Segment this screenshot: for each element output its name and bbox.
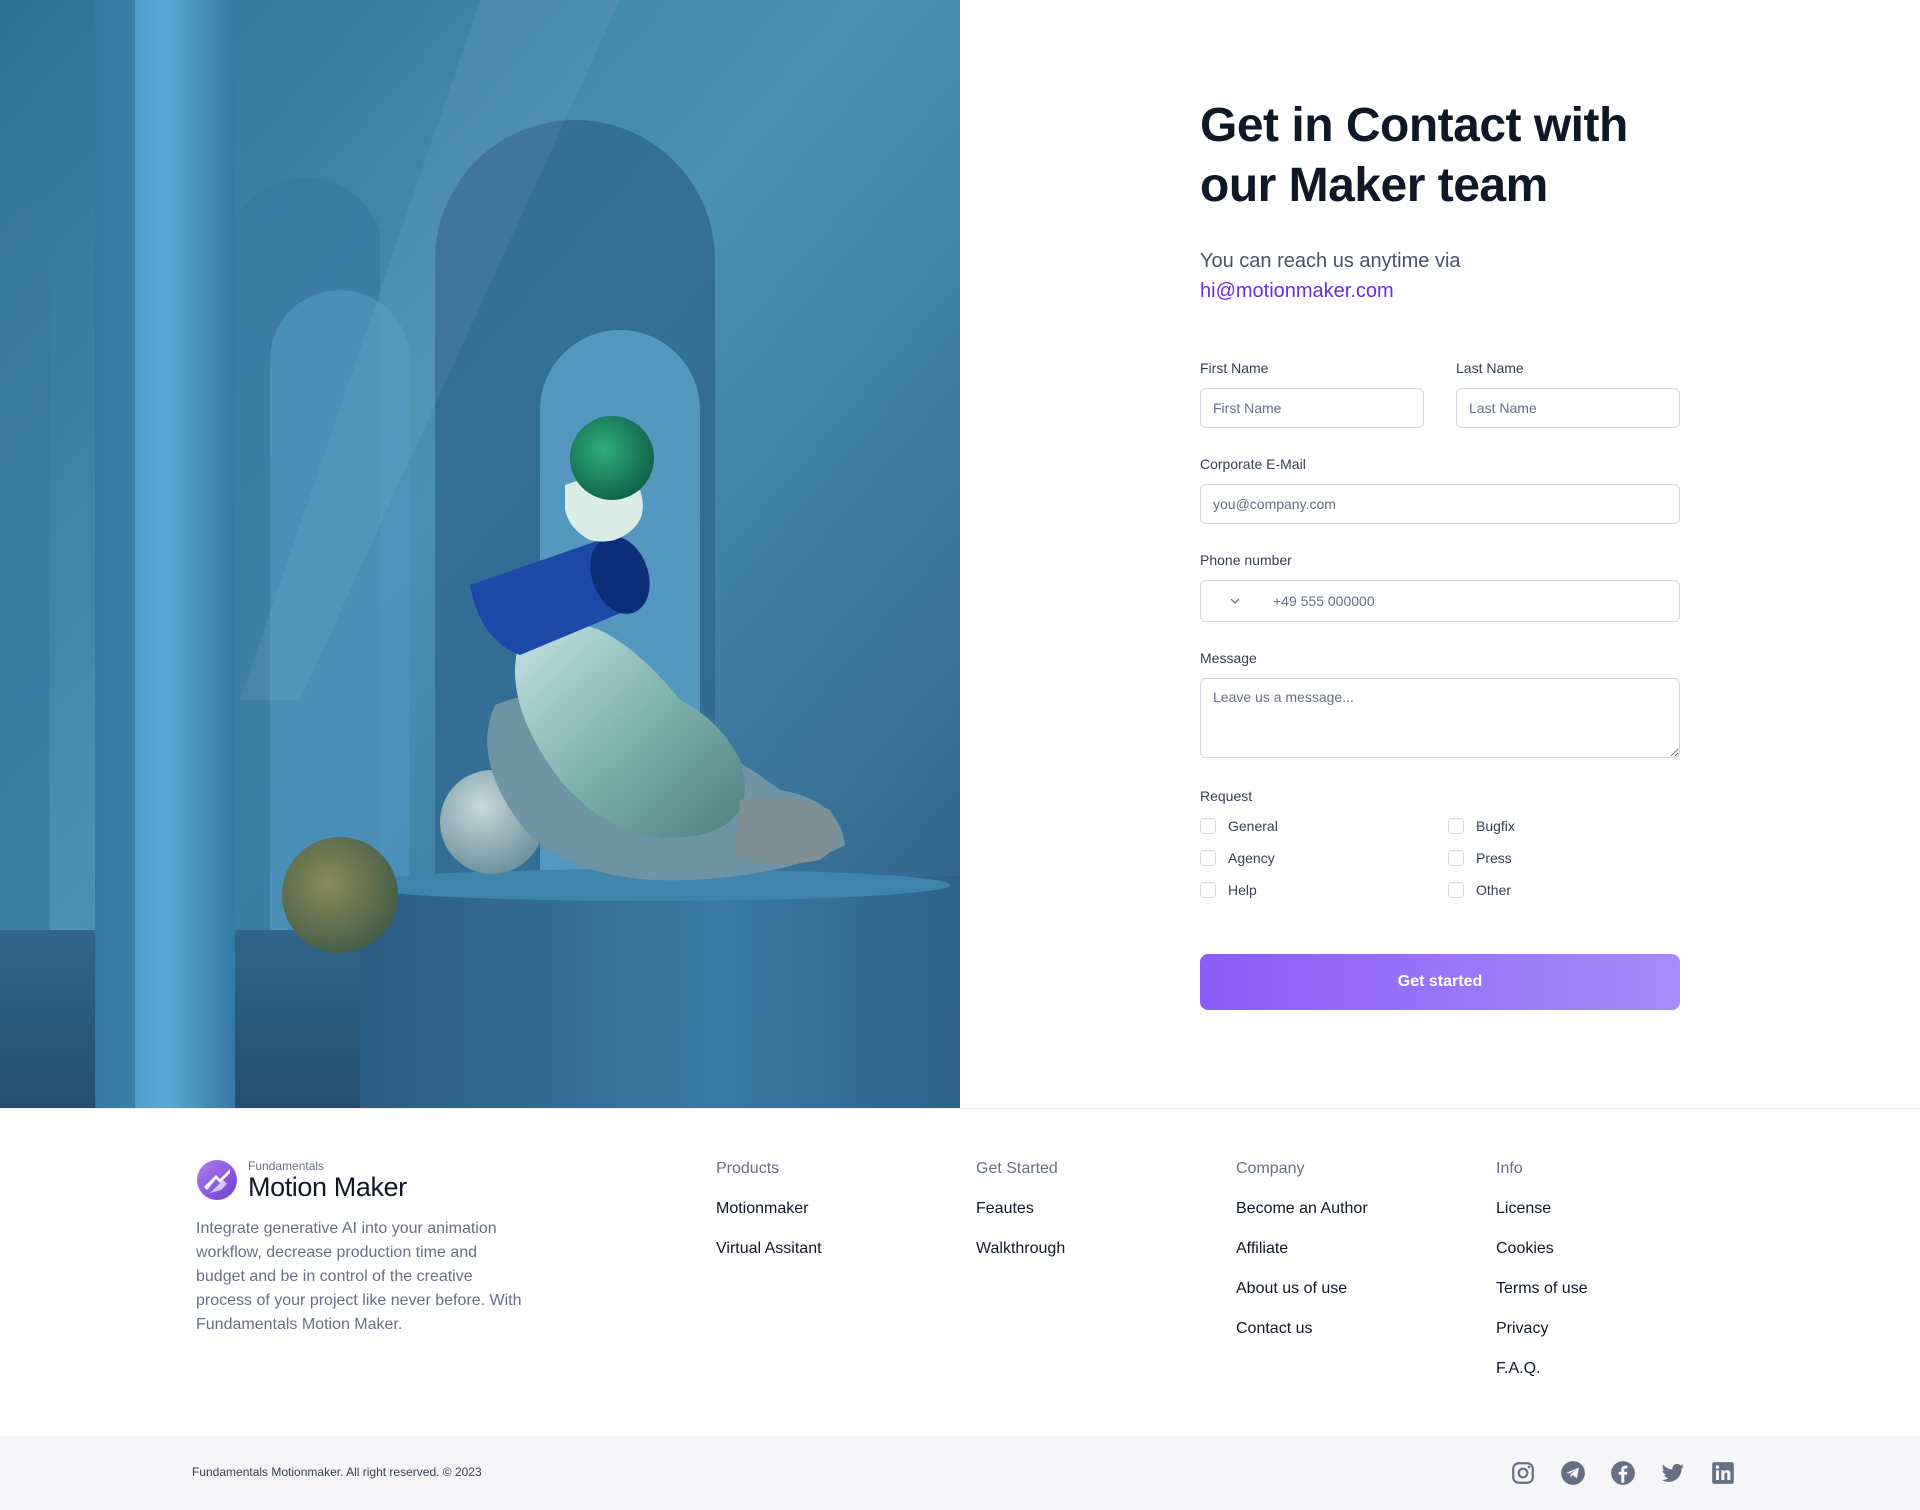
brand-small-label: Fundamentals xyxy=(248,1159,325,1173)
request-group: Request General Bugfix Agency Press Help xyxy=(1200,786,1680,900)
footer-column-info: Info License Cookies Terms of use Privac… xyxy=(1496,1159,1588,1379)
request-options: General Bugfix Agency Press Help Other xyxy=(1200,816,1680,900)
checkbox[interactable] xyxy=(1448,882,1464,898)
corporate-email-input[interactable] xyxy=(1200,484,1680,524)
checkbox[interactable] xyxy=(1448,850,1464,866)
footer-links: Motionmaker Virtual Assitant xyxy=(716,1199,822,1259)
request-option-other[interactable]: Other xyxy=(1448,880,1680,900)
corporate-email-field: Corporate E-Mail xyxy=(1200,454,1680,524)
contact-email-link[interactable]: hi@motionmaker.com xyxy=(1200,276,1680,306)
motion-maker-logo-icon xyxy=(197,1160,237,1200)
contact-form: Get in Contact with our Maker team You c… xyxy=(1200,96,1680,1010)
intro-label: You can reach us anytime via xyxy=(1200,250,1461,272)
get-started-button[interactable]: Get started xyxy=(1200,954,1680,1010)
hero-image xyxy=(0,0,960,1108)
checkbox[interactable] xyxy=(1448,818,1464,834)
footer-link-walkthrough[interactable]: Walkthrough xyxy=(976,1239,1065,1259)
checkbox-label: General xyxy=(1228,818,1278,834)
checkbox[interactable] xyxy=(1200,850,1216,866)
country-code-select[interactable] xyxy=(1201,581,1269,621)
brand-description: Integrate generative AI into your animat… xyxy=(196,1220,522,1333)
brand-text: Fundamentals Motion Maker xyxy=(248,1159,407,1201)
footer-links: Feautes Walkthrough xyxy=(976,1199,1065,1259)
footer-link-about-us[interactable]: About us of use xyxy=(1236,1279,1368,1299)
last-name-label: Last Name xyxy=(1456,360,1524,376)
footer-heading: Get Started xyxy=(976,1160,1058,1177)
intro-text: You can reach us anytime via hi@motionma… xyxy=(1200,246,1680,306)
footer-link-faq[interactable]: F.A.Q. xyxy=(1496,1359,1588,1379)
footer-link-cookies[interactable]: Cookies xyxy=(1496,1239,1588,1259)
instagram-icon[interactable] xyxy=(1510,1460,1536,1486)
first-name-field: First Name xyxy=(1200,358,1424,428)
phone-field: Phone number xyxy=(1200,550,1680,622)
brand-name: Motion Maker xyxy=(248,1172,407,1202)
request-label: Request xyxy=(1200,788,1253,804)
footer-link-virtual-assistant[interactable]: Virtual Assitant xyxy=(716,1239,822,1259)
last-name-field: Last Name xyxy=(1456,358,1680,428)
footer: Fundamentals Motion Maker Integrate gene… xyxy=(0,1108,1920,1436)
twitter-icon[interactable] xyxy=(1660,1460,1686,1486)
footer-links: Become an Author Affiliate About us of u… xyxy=(1236,1199,1368,1339)
footer-column-get-started: Get Started Feautes Walkthrough xyxy=(976,1159,1065,1259)
footer-link-affiliate[interactable]: Affiliate xyxy=(1236,1239,1368,1259)
checkbox-label: Other xyxy=(1476,882,1512,898)
chevron-down-icon xyxy=(1230,598,1240,604)
message-input[interactable] xyxy=(1200,678,1680,758)
request-option-help[interactable]: Help xyxy=(1200,880,1448,900)
footer-heading: Info xyxy=(1496,1160,1523,1177)
footer-link-privacy[interactable]: Privacy xyxy=(1496,1319,1588,1339)
footer-link-features[interactable]: Feautes xyxy=(976,1199,1065,1219)
request-option-agency[interactable]: Agency xyxy=(1200,848,1448,868)
phone-input-group xyxy=(1200,580,1680,622)
phone-label: Phone number xyxy=(1200,552,1292,568)
footer-link-license[interactable]: License xyxy=(1496,1199,1588,1219)
checkbox-label: Agency xyxy=(1228,850,1275,866)
footer-links: License Cookies Terms of use Privacy F.A… xyxy=(1496,1199,1588,1379)
footer-column-products: Products Motionmaker Virtual Assitant xyxy=(716,1159,822,1259)
footer-link-terms[interactable]: Terms of use xyxy=(1496,1279,1588,1299)
facebook-icon[interactable] xyxy=(1610,1460,1636,1486)
checkbox-label: Bugfix xyxy=(1476,818,1515,834)
social-links xyxy=(1510,1460,1736,1486)
first-name-input[interactable] xyxy=(1200,388,1424,428)
phone-input[interactable] xyxy=(1269,581,1679,621)
telegram-icon[interactable] xyxy=(1560,1460,1586,1486)
footer-link-become-author[interactable]: Become an Author xyxy=(1236,1199,1368,1219)
hero-illustration xyxy=(0,0,960,1108)
corporate-email-label: Corporate E-Mail xyxy=(1200,456,1306,472)
first-name-label: First Name xyxy=(1200,360,1269,376)
checkbox[interactable] xyxy=(1200,818,1216,834)
footer-column-company: Company Become an Author Affiliate About… xyxy=(1236,1159,1368,1339)
footer-heading: Products xyxy=(716,1160,780,1177)
footer-heading: Company xyxy=(1236,1160,1305,1177)
last-name-input[interactable] xyxy=(1456,388,1680,428)
footer-bottom-bar: Fundamentals Motionmaker. All right rese… xyxy=(0,1436,1920,1510)
footer-link-contact-us[interactable]: Contact us xyxy=(1236,1319,1368,1339)
checkbox-label: Press xyxy=(1476,850,1512,866)
request-option-general[interactable]: General xyxy=(1200,816,1448,836)
message-field: Message xyxy=(1200,648,1680,758)
request-option-press[interactable]: Press xyxy=(1448,848,1680,868)
checkbox-label: Help xyxy=(1228,882,1257,898)
message-label: Message xyxy=(1200,650,1257,666)
footer-brand[interactable]: Fundamentals Motion Maker xyxy=(196,1159,407,1201)
name-row: First Name Last Name xyxy=(1200,358,1680,428)
checkbox[interactable] xyxy=(1200,882,1216,898)
copyright-text: Fundamentals Motionmaker. All right rese… xyxy=(192,1465,482,1479)
linkedin-icon[interactable] xyxy=(1710,1460,1736,1486)
footer-link-motionmaker[interactable]: Motionmaker xyxy=(716,1199,822,1219)
request-option-bugfix[interactable]: Bugfix xyxy=(1448,816,1680,836)
page-title: Get in Contact with our Maker team xyxy=(1200,99,1628,212)
